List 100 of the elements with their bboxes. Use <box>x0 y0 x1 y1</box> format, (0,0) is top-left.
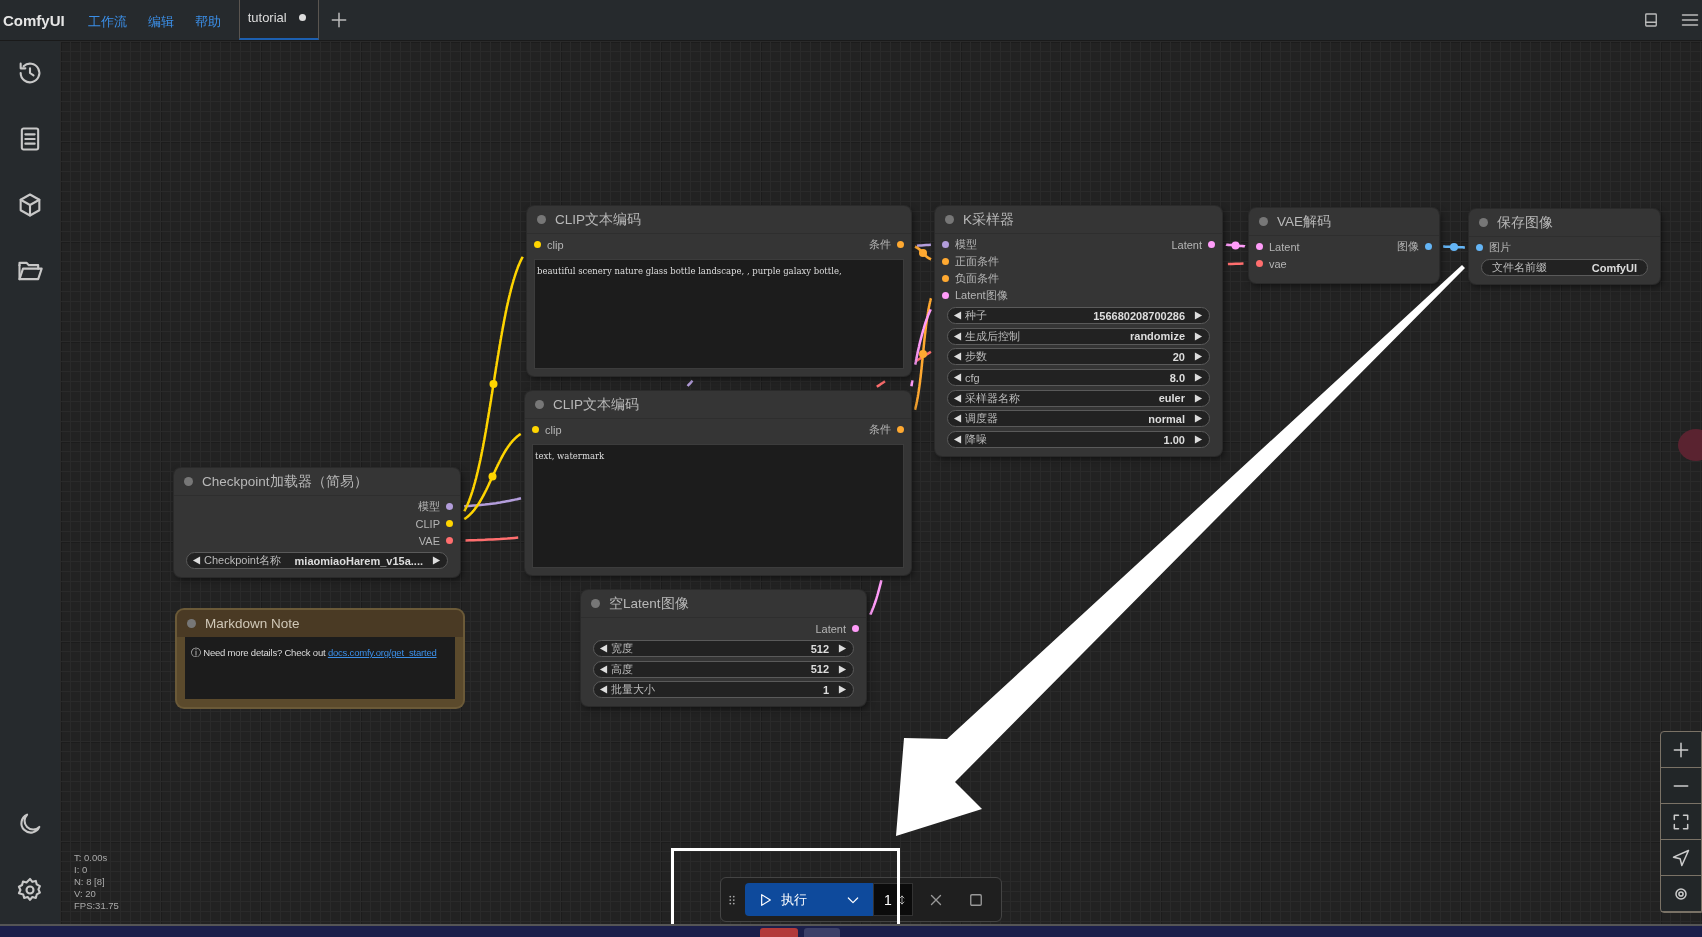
wire[interactable] <box>686 379 694 387</box>
menu-item[interactable]: 帮助 <box>183 3 231 40</box>
settings-icon[interactable] <box>16 876 44 904</box>
port-label: Latent <box>815 622 846 635</box>
stat-line: T: 0.00s <box>74 852 109 864</box>
input-port[interactable] <box>942 258 949 265</box>
left-arrow-icon[interactable] <box>953 352 962 362</box>
wire[interactable] <box>910 380 914 387</box>
stepper-widget[interactable]: 种子 156680208700286 <box>947 307 1210 324</box>
stepper-widget[interactable]: 生成后控制 randomize <box>947 327 1210 345</box>
stepper-widget[interactable]: 步数 20 <box>947 348 1210 366</box>
right-arrow-icon[interactable] <box>838 685 847 695</box>
port-label: clip <box>545 423 562 436</box>
panel-icon[interactable] <box>1642 11 1660 29</box>
wire[interactable] <box>464 497 522 508</box>
stepper-widget[interactable]: 宽度 512 <box>593 640 854 657</box>
wire[interactable] <box>465 536 519 542</box>
node-title: Checkpoint加载器（简易） <box>202 472 368 491</box>
port-label: 图像 <box>1397 239 1419 254</box>
stepper-widget[interactable]: 高度 512 <box>593 660 854 678</box>
menu-item[interactable]: 编辑 <box>136 3 184 40</box>
node-title: 空Latent图像 <box>609 594 689 613</box>
input-port[interactable] <box>534 241 541 248</box>
stepper-widget[interactable]: 批量大小 1 <box>593 681 854 699</box>
wire[interactable] <box>913 297 933 411</box>
collapse-dot[interactable] <box>184 477 193 486</box>
collapse-dot[interactable] <box>1259 217 1268 226</box>
stat-line: FPS:31.75 <box>74 900 119 912</box>
text-widget[interactable]: 文件名前缀 ComfyUI <box>1481 259 1648 276</box>
node-title: 保存图像 <box>1497 213 1553 232</box>
right-arrow-icon[interactable] <box>1194 435 1203 445</box>
prompt-field[interactable]: text, watermark <box>532 444 904 568</box>
docs-link[interactable]: docs.comfy.org/get_started <box>327 647 437 658</box>
input-port[interactable] <box>942 275 949 282</box>
port-label: 模型 <box>955 237 977 252</box>
left-arrow-icon[interactable] <box>192 556 201 565</box>
left-arrow-icon[interactable] <box>599 685 608 695</box>
menu-item[interactable]: 工作流 <box>76 3 137 40</box>
output-port[interactable] <box>1208 241 1215 248</box>
collapse-dot[interactable] <box>537 215 546 224</box>
output-port[interactable] <box>897 426 904 433</box>
stat-line: V: 20 <box>74 888 97 900</box>
port-label: CLIP <box>415 517 440 530</box>
stepper-widget[interactable]: cfg 8.0 <box>947 369 1210 387</box>
input-port[interactable] <box>1256 260 1263 267</box>
stepper-widget[interactable]: 降噪 1.00 <box>947 431 1210 449</box>
node-title: VAE解码 <box>1277 212 1331 231</box>
collapse-dot[interactable] <box>535 400 544 409</box>
prompt-field[interactable]: beautiful scenery nature glass bottle landscape, , purple galaxy bottle, <box>534 259 904 369</box>
output-port[interactable] <box>446 503 453 510</box>
wire[interactable] <box>913 308 932 365</box>
wire[interactable] <box>1442 243 1466 251</box>
output-port[interactable] <box>852 625 859 632</box>
left-arrow-icon[interactable] <box>599 644 608 653</box>
batch-count-field[interactable]: 1 <box>873 883 913 916</box>
right-arrow-icon[interactable] <box>1194 414 1203 424</box>
wire[interactable] <box>1225 241 1246 250</box>
left-arrow-icon[interactable] <box>599 664 608 674</box>
wire[interactable] <box>916 243 931 247</box>
note-text: ⓘ Need more details? Check out docs.comfy.org/get_started <box>191 647 438 660</box>
port-label: vae <box>1269 257 1287 270</box>
wire[interactable] <box>876 380 886 388</box>
output-port[interactable] <box>1425 243 1432 250</box>
port-label: 模型 <box>418 499 440 514</box>
right-arrow-icon[interactable] <box>1194 352 1203 362</box>
collapse-dot[interactable] <box>945 215 954 224</box>
right-arrow-icon[interactable] <box>838 644 847 653</box>
collapse-dot[interactable] <box>1479 218 1488 227</box>
left-arrow-icon[interactable] <box>953 331 962 341</box>
input-port[interactable] <box>942 292 949 299</box>
output-port[interactable] <box>446 520 453 527</box>
left-arrow-icon[interactable] <box>953 414 962 424</box>
input-port[interactable] <box>942 241 949 248</box>
right-arrow-icon[interactable] <box>1194 331 1203 341</box>
port-label: 条件 <box>869 237 891 252</box>
left-arrow-icon[interactable] <box>953 435 962 445</box>
output-port[interactable] <box>897 241 904 248</box>
node-title: CLIP文本编码 <box>555 210 641 229</box>
run-button[interactable]: 执行 <box>745 883 873 916</box>
navigate-icon[interactable] <box>1671 847 1691 868</box>
right-arrow-icon[interactable] <box>432 556 441 565</box>
port-label: clip <box>547 238 564 251</box>
wire[interactable] <box>913 245 933 261</box>
right-arrow-icon[interactable] <box>1194 311 1203 320</box>
stepper-widget[interactable]: 调度器 normal <box>947 410 1210 428</box>
collapse-dot[interactable] <box>591 599 600 608</box>
stepper-widget[interactable]: 采样器名称 euler <box>947 389 1210 407</box>
input-port[interactable] <box>532 426 539 433</box>
workflow-tab[interactable]: tutorial <box>238 0 319 40</box>
app-logo: ComfyUI <box>2 10 66 31</box>
wire[interactable] <box>869 579 883 616</box>
left-arrow-icon[interactable] <box>953 311 962 320</box>
input-port[interactable] <box>1256 243 1263 250</box>
output-port[interactable] <box>446 537 453 544</box>
collapse-dot[interactable] <box>187 619 196 628</box>
right-arrow-icon[interactable] <box>838 664 847 674</box>
input-port[interactable] <box>1476 244 1483 251</box>
stepper-widget[interactable]: Checkpoint名称 miaomiaoHarem_v15a.... <box>186 552 448 569</box>
port-label: Latent <box>1171 238 1202 251</box>
wire[interactable] <box>1227 262 1244 266</box>
